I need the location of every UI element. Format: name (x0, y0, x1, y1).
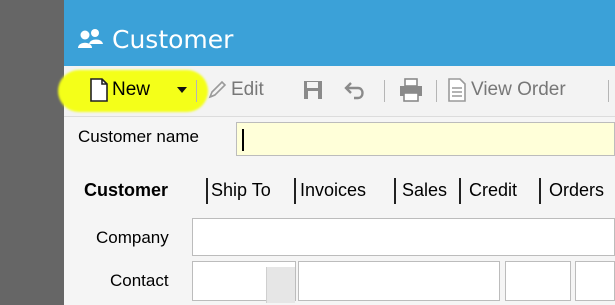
desktop-background (0, 0, 64, 305)
window-title: Customer (112, 25, 234, 54)
tab-invoices[interactable]: Invoices (300, 180, 366, 201)
view-order-button-label: View Order (471, 79, 566, 100)
new-document-icon (90, 78, 108, 102)
customer-name-input[interactable] (236, 122, 615, 156)
toolbar-separator (384, 80, 385, 102)
toolbar-separator (196, 80, 197, 102)
contact-last-name-input[interactable] (575, 261, 615, 301)
contact-label: Contact (110, 271, 169, 290)
customer-name-label: Customer name (78, 127, 199, 146)
company-label: Company (96, 228, 169, 247)
toolbar: New Edit View Order (58, 66, 615, 117)
tab-credit[interactable]: Credit (469, 180, 517, 201)
document-icon (448, 78, 466, 102)
users-icon (78, 28, 104, 50)
toolbar-separator (436, 80, 437, 102)
view-order-button[interactable]: View Order (448, 74, 566, 106)
tab-sales[interactable]: Sales (402, 180, 447, 201)
new-button[interactable]: New (90, 74, 150, 106)
title-bar: Customer (64, 0, 615, 66)
save-icon (302, 79, 324, 101)
save-button[interactable] (302, 74, 324, 106)
tab-separator (294, 178, 296, 204)
toolbar-separator (608, 80, 609, 102)
edit-button[interactable]: Edit (206, 74, 264, 106)
contact-title-select[interactable] (192, 261, 296, 303)
new-button-label: New (112, 79, 151, 100)
print-button[interactable] (398, 74, 424, 106)
print-icon (398, 78, 424, 102)
customer-name-row: Customer name (64, 118, 615, 158)
customer-window: Customer New Edit View Order Customer na… (58, 0, 615, 305)
tab-bar: Customer Ship To Invoices Sales Credit O… (64, 170, 615, 210)
dropdown-arrow-icon (176, 85, 188, 95)
tab-customer[interactable]: Customer (84, 180, 168, 201)
contact-middle-input[interactable] (505, 261, 571, 301)
pencil-icon (206, 79, 228, 101)
contact-title-dropdown-button[interactable] (266, 267, 295, 303)
undo-button[interactable] (344, 74, 368, 106)
tab-orders[interactable]: Orders (549, 180, 604, 201)
tab-separator (459, 178, 461, 204)
tab-separator (539, 178, 541, 204)
tab-separator (206, 178, 208, 204)
new-dropdown-button[interactable] (176, 74, 188, 106)
company-input[interactable] (192, 218, 615, 256)
tab-ship-to[interactable]: Ship To (211, 180, 271, 201)
undo-icon (344, 79, 368, 101)
contact-first-name-input[interactable] (298, 261, 500, 301)
edit-button-label: Edit (231, 79, 264, 100)
text-caret (242, 129, 244, 151)
tab-separator (394, 178, 396, 204)
